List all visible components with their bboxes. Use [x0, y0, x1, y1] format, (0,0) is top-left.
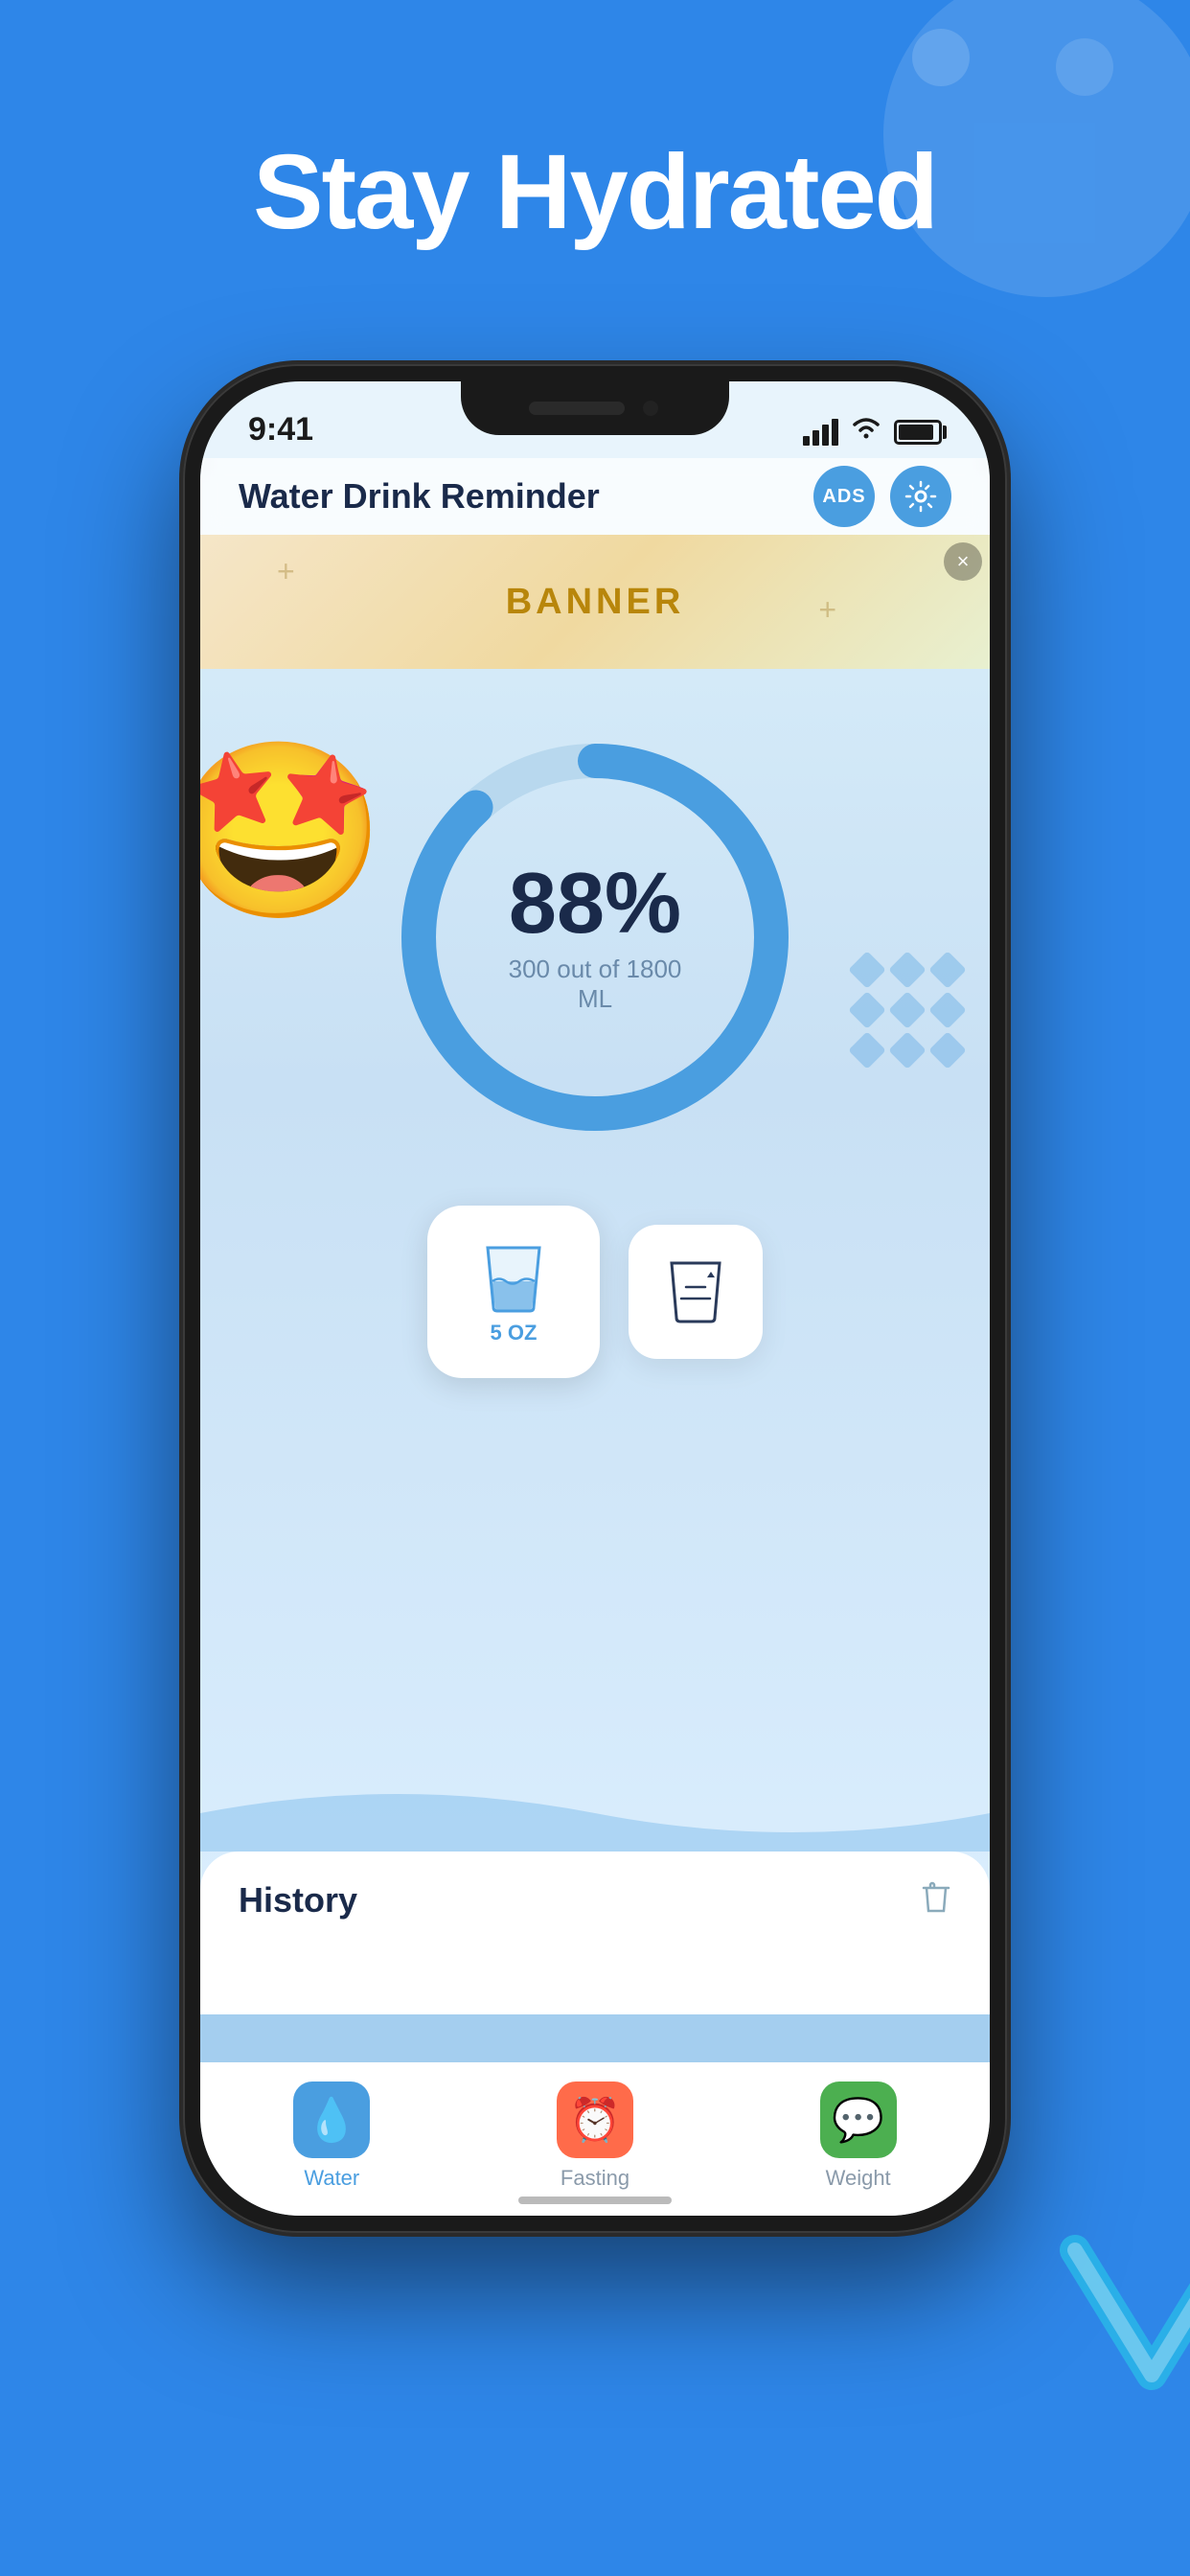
diamond-1 [848, 951, 886, 989]
banner-close-button[interactable]: × [944, 542, 982, 581]
signal-bar-4 [832, 419, 838, 446]
phone-mockup: 9:41 [183, 364, 1007, 2233]
tab-weight[interactable]: 💬 Weight [820, 2082, 897, 2191]
phone-frame: 9:41 [183, 364, 1007, 2233]
bg-decoration-small-circle [1056, 38, 1113, 96]
notch-speaker [529, 402, 625, 415]
tab-water[interactable]: 💧 Water [293, 2082, 370, 2191]
action-buttons: 5 OZ [427, 1206, 763, 1378]
tab-water-label: Water [304, 2166, 359, 2191]
progress-center: 88% 300 out of 1800 ML [490, 861, 700, 1014]
signal-bar-3 [822, 425, 829, 446]
signal-icon [803, 419, 838, 446]
main-content: 88% 300 out of 1800 ML 🤩 [200, 669, 990, 2062]
banner-plus-2: + [818, 592, 836, 628]
notch-camera [640, 398, 661, 419]
wifi-icon [850, 415, 882, 448]
progress-ring-container: 88% 300 out of 1800 ML [384, 726, 806, 1148]
tab-fasting[interactable]: ⏰ Fasting [557, 2082, 633, 2191]
progress-percent: 88% [490, 861, 700, 947]
home-indicator [518, 2196, 672, 2204]
diamond-2 [888, 951, 927, 989]
history-section: History [200, 1852, 990, 2062]
status-time: 9:41 [248, 411, 313, 448]
page-title: Stay Hydrated [77, 134, 1113, 250]
water-custom-button[interactable] [629, 1225, 763, 1359]
status-icons [803, 415, 942, 448]
diamond-7 [848, 1031, 886, 1070]
diamonds-decoration [854, 956, 961, 1064]
history-delete-icon[interactable] [921, 1880, 951, 1920]
signal-bar-2 [812, 430, 819, 446]
diamond-8 [888, 1031, 927, 1070]
diamond-5 [888, 991, 927, 1029]
tab-weight-label: Weight [826, 2166, 891, 2191]
diamond-3 [928, 951, 967, 989]
phone-notch [461, 381, 729, 435]
history-wave [200, 2014, 990, 2062]
phone-screen: 9:41 [200, 381, 990, 2216]
app-header-title: Water Drink Reminder [239, 476, 600, 517]
progress-detail: 300 out of 1800 ML [490, 954, 700, 1014]
banner-ad[interactable]: + + BANNER × [200, 535, 990, 669]
settings-button[interactable] [890, 466, 951, 527]
tab-fasting-label: Fasting [561, 2166, 629, 2191]
history-title: History [239, 1880, 357, 1920]
diamond-6 [928, 991, 967, 1029]
ads-button[interactable]: ADS [813, 466, 875, 527]
tab-water-icon: 💧 [293, 2082, 370, 2158]
diamond-4 [848, 991, 886, 1029]
tab-bar: 💧 Water ⏰ Fasting 💬 Weight [200, 2062, 990, 2216]
tab-weight-icon: 💬 [820, 2082, 897, 2158]
tab-fasting-icon: ⏰ [557, 2082, 633, 2158]
app-header: Water Drink Reminder ADS [200, 458, 990, 535]
water-add-button[interactable]: 5 OZ [427, 1206, 600, 1378]
battery-fill [899, 425, 933, 440]
emoji-mascot: 🤩 [200, 746, 363, 937]
water-amount-label: 5 OZ [491, 1321, 538, 1346]
diamond-9 [928, 1031, 967, 1070]
banner-text: BANNER [506, 582, 685, 623]
v-decoration [1056, 2231, 1190, 2404]
signal-bar-1 [803, 436, 810, 446]
banner-plus-1: + [277, 554, 295, 589]
wave-decoration [200, 1775, 990, 1852]
custom-glass-svg [667, 1258, 724, 1325]
water-glass-svg [480, 1238, 547, 1315]
header-actions: ADS [813, 466, 951, 527]
battery-icon [894, 420, 942, 445]
